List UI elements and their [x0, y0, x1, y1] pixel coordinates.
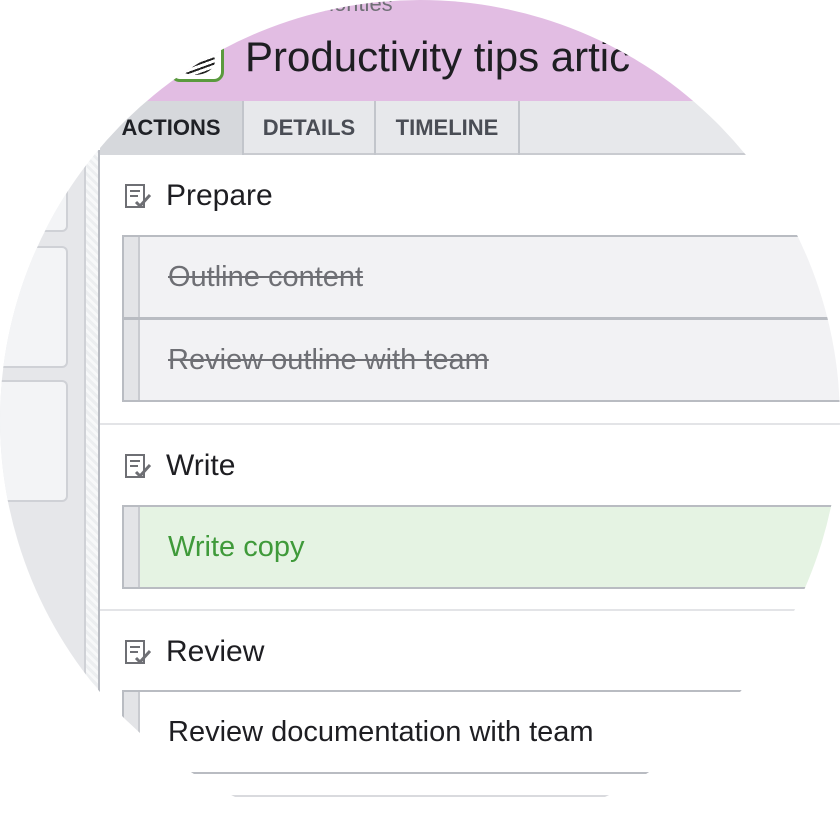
section-title: Review [166, 635, 265, 668]
section-title: Prepare [166, 179, 273, 212]
section-divider [100, 423, 840, 425]
checklist-icon [125, 640, 152, 665]
task-item[interactable]: Write copy [122, 505, 840, 589]
background-card [0, 380, 68, 502]
task-drag-handle[interactable] [124, 237, 140, 317]
card-header: y Priorities Productivity tips artic [0, 0, 840, 101]
panel-resize-handle[interactable] [84, 150, 100, 710]
page-title: Productivity tips artic [245, 33, 631, 80]
section-title: Write [166, 449, 236, 482]
zoom-lens: y Priorities Productivity tips artic ACT… [0, 0, 840, 840]
breadcrumb[interactable]: y Priorities [290, 0, 393, 17]
task-drag-handle[interactable] [124, 507, 140, 587]
task-label: Write copy [168, 531, 305, 563]
task-drag-handle[interactable] [124, 320, 140, 400]
tab-details[interactable]: DETAILS [244, 101, 376, 155]
task-drag-handle[interactable] [124, 692, 140, 772]
project-logo-icon [170, 38, 224, 82]
tab-bar: ACTIONS DETAILS TIMELINE [100, 101, 840, 155]
task-label: Review outline with team [168, 344, 489, 376]
tab-timeline[interactable]: TIMELINE [376, 101, 520, 155]
background-card [0, 178, 68, 232]
task-label: Review documentation with team [168, 716, 594, 748]
checklist-icon [125, 454, 152, 479]
tab-actions[interactable]: ACTIONS [100, 101, 244, 155]
task-item[interactable]: Outline content [122, 235, 840, 319]
task-item[interactable]: Review outline with team [122, 318, 840, 402]
checklist-icon [125, 184, 152, 209]
actions-panel: Prepare Outline content Review outline w… [100, 155, 840, 797]
task-item[interactable]: Review documentation with team [122, 690, 840, 774]
task-label: Outline content [168, 261, 364, 293]
section-divider [100, 609, 840, 611]
background-card [0, 246, 68, 368]
section-divider [230, 795, 610, 797]
